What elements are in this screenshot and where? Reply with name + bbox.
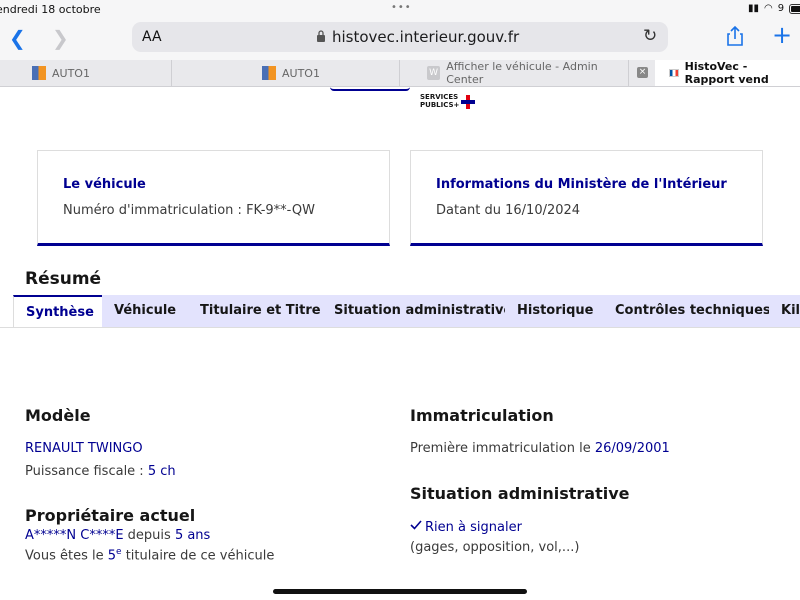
browser-tab[interactable]: AUTO1 bbox=[0, 60, 172, 86]
first-registration-date: 26/09/2001 bbox=[594, 441, 670, 456]
owner-heading: Propriétaire actuel bbox=[25, 506, 196, 525]
text-size-button[interactable]: AA bbox=[142, 29, 162, 45]
status-time: endredi 18 octobre bbox=[0, 3, 101, 16]
owner-name: A*****N C****E bbox=[25, 528, 124, 543]
battery-icon bbox=[789, 3, 800, 14]
services-publics-logo: SERVICES PUBLICS+ bbox=[420, 93, 460, 109]
plate-number: Numéro d'immatriculation : FK-9**-QW bbox=[63, 203, 315, 218]
summary-title: Résumé bbox=[25, 269, 102, 289]
back-icon[interactable]: ❮ bbox=[9, 26, 26, 50]
battery-percent: 9 bbox=[777, 3, 785, 14]
close-tab-icon[interactable]: × bbox=[637, 67, 648, 78]
ministry-card-title: Informations du Ministère de l'Intérieur bbox=[436, 177, 727, 192]
header-arc bbox=[330, 87, 410, 91]
share-icon[interactable] bbox=[724, 25, 746, 47]
browser-tab-label: AUTO1 bbox=[52, 66, 90, 80]
browser-tab[interactable]: AUTO1 bbox=[172, 60, 400, 86]
tab-vehicule[interactable]: Véhicule bbox=[102, 295, 189, 327]
browser-tab-strip: AUTO1 AUTO1 W Afficher le véhicule - Adm… bbox=[0, 60, 800, 87]
vehicle-card: Le véhicule Numéro d'immatriculation : F… bbox=[37, 150, 390, 246]
browser-tab-label: AUTO1 bbox=[282, 66, 320, 80]
browser-tab-active[interactable]: HistoVec - Rapport vend bbox=[655, 60, 800, 86]
tab-historique[interactable]: Historique bbox=[505, 295, 606, 327]
home-indicator[interactable] bbox=[273, 589, 527, 594]
new-tab-icon[interactable]: + bbox=[772, 23, 792, 47]
lock-icon bbox=[317, 30, 325, 42]
owner-name-line: A*****N C****E depuis 5 ans bbox=[25, 528, 211, 543]
wifi-icon: ◠ bbox=[764, 3, 773, 14]
owner-duration: 5 ans bbox=[174, 528, 211, 543]
admin-status: Rien à signaler bbox=[425, 520, 522, 535]
status-indicators: ▮▮ ◠ 9 bbox=[748, 3, 800, 14]
model-heading: Modèle bbox=[25, 406, 91, 425]
fiscal-power-value: 5 ch bbox=[147, 464, 176, 479]
auto1-favicon bbox=[262, 66, 276, 80]
tab-kilometrage[interactable]: Kilo bbox=[769, 295, 800, 327]
french-flag-icon bbox=[669, 69, 679, 77]
ministry-card: Informations du Ministère de l'Intérieur… bbox=[410, 150, 763, 246]
browser-chrome: endredi 18 octobre ••• ▮▮ ◠ 9 ❮ ❯ AA his… bbox=[0, 0, 800, 60]
admin-details: (gages, opposition, vol,...) bbox=[410, 540, 580, 555]
data-date: Datant du 16/10/2024 bbox=[436, 203, 581, 218]
signal-icon: ▮▮ bbox=[748, 3, 760, 14]
tab-synthese[interactable]: Synthèse bbox=[13, 295, 107, 328]
browser-tab[interactable]: W Afficher le véhicule - Admin Center bbox=[400, 60, 629, 86]
registration-heading: Immatriculation bbox=[410, 406, 554, 425]
reload-icon[interactable]: ↻ bbox=[643, 26, 657, 46]
services-publics-mark-icon bbox=[461, 95, 475, 109]
vehicle-card-title: Le véhicule bbox=[63, 177, 146, 192]
first-registration: Première immatriculation le 26/09/2001 bbox=[410, 441, 670, 456]
fiscal-power: Puissance fiscale : 5 ch bbox=[25, 464, 176, 479]
address-bar[interactable]: AA histovec.interieur.gouv.fr ↻ bbox=[132, 22, 668, 52]
forward-icon[interactable]: ❯ bbox=[52, 26, 69, 50]
browser-tab-label: Afficher le véhicule - Admin Center bbox=[446, 60, 598, 86]
browser-tab-label: HistoVec - Rapport vend bbox=[684, 60, 769, 86]
auto1-favicon bbox=[32, 66, 46, 80]
model-name: RENAULT TWINGO bbox=[25, 441, 143, 456]
url-text: histovec.interieur.gouv.fr bbox=[332, 28, 520, 46]
tab-controles-techniques[interactable]: Contrôles techniques bbox=[603, 295, 783, 327]
tab-titulaire[interactable]: Titulaire et Titre bbox=[188, 295, 333, 327]
multitask-dots[interactable]: ••• bbox=[391, 2, 412, 13]
check-icon bbox=[410, 520, 422, 530]
admin-favicon: W bbox=[427, 66, 441, 80]
admin-heading: Situation administrative bbox=[410, 484, 630, 503]
owner-rank: Vous êtes le 5e titulaire de ce véhicule bbox=[25, 547, 275, 564]
tab-situation-administrative[interactable]: Situation administrative bbox=[322, 295, 525, 327]
